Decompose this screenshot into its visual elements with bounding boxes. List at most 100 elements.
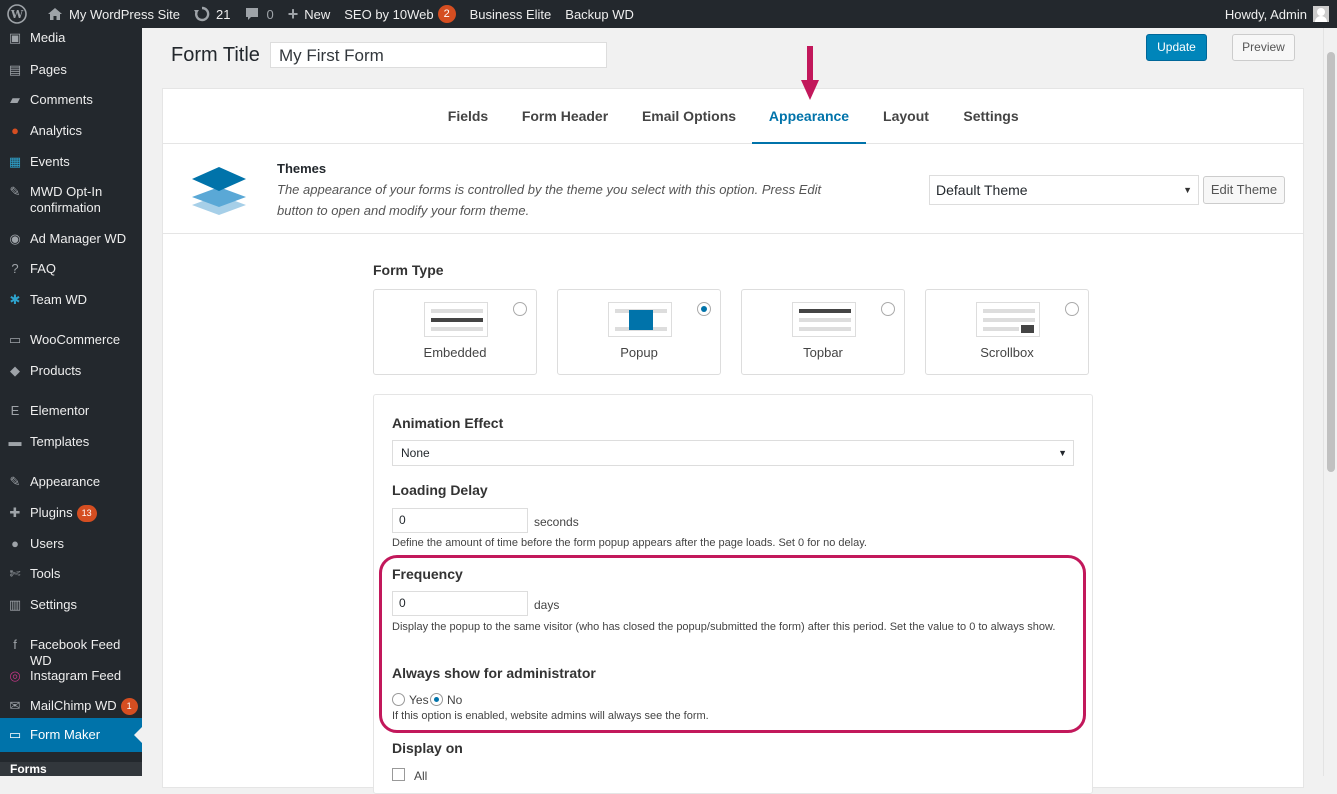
- howdy-label: Howdy, Admin: [1224, 6, 1307, 22]
- updates-icon: [194, 6, 210, 22]
- business-label: Business Elite: [469, 6, 552, 22]
- sidebar-item-facebook-feed-wd[interactable]: f Facebook Feed WD: [0, 637, 142, 669]
- form-type-popup[interactable]: Popup: [557, 289, 721, 375]
- tab-fields[interactable]: Fields: [433, 89, 503, 144]
- sidebar-item-label: Team WD: [30, 292, 88, 307]
- avatar: [1313, 6, 1329, 22]
- display-all-checkbox[interactable]: [392, 768, 405, 781]
- mailchimp-icon: ✉: [9, 698, 21, 713]
- sidebar-item-users[interactable]: ● Users: [0, 536, 142, 552]
- loading-delay-input[interactable]: 0: [392, 508, 528, 533]
- theme-select[interactable]: Default Theme ▼: [929, 175, 1199, 205]
- form-title-input[interactable]: My First Form: [270, 42, 607, 68]
- tab-layout[interactable]: Layout: [875, 89, 937, 144]
- submenu-forms[interactable]: Forms: [0, 762, 142, 776]
- sidebar-item-label: Ad Manager WD: [30, 231, 127, 246]
- sidebar-item-appearance[interactable]: ✎ Appearance: [0, 474, 142, 490]
- sidebar-item-events[interactable]: ▦ Events: [0, 154, 142, 170]
- animation-effect-value: None: [401, 446, 430, 460]
- page-scrollbar[interactable]: [1323, 28, 1337, 776]
- tab-settings[interactable]: Settings: [951, 89, 1031, 144]
- templates-icon: ▬: [8, 434, 22, 449]
- popup-thumbnail-icon: [608, 302, 672, 337]
- events-icon: ▦: [8, 154, 22, 169]
- sidebar-item-woocommerce[interactable]: ▭ WooCommerce: [0, 332, 142, 348]
- business-elite-menu[interactable]: Business Elite: [463, 0, 559, 28]
- admin-sidebar: ▣ Media ▤ Pages ▰ Comments ● Analytics ▦ Events ✎ M…: [0, 28, 142, 776]
- sidebar-item-media[interactable]: ▣ Media: [0, 30, 142, 46]
- backup-menu[interactable]: Backup WD: [558, 0, 641, 28]
- form-type-radio[interactable]: [513, 302, 527, 316]
- media-icon: ▣: [8, 30, 22, 45]
- scrollbar-thumb[interactable]: [1327, 52, 1335, 472]
- loading-delay-help: Define the amount of time before the for…: [392, 537, 867, 549]
- updates-count: 21: [216, 6, 231, 22]
- updates-link[interactable]: 21: [187, 0, 237, 28]
- sidebar-item-faq[interactable]: ? FAQ: [0, 261, 142, 277]
- tab-form-header[interactable]: Form Header: [513, 89, 617, 144]
- sidebar-item-instagram-feed[interactable]: ◎ Instagram Feed: [0, 668, 142, 684]
- home-icon: [48, 8, 62, 20]
- sidebar-badge: 1: [120, 698, 138, 715]
- form-type-label: Popup: [620, 345, 658, 360]
- pin-icon: ✎: [9, 184, 21, 199]
- account-menu[interactable]: Howdy, Admin: [1218, 0, 1337, 28]
- sidebar-item-templates[interactable]: ▬ Templates: [0, 434, 142, 450]
- sidebar-item-label: Analytics: [30, 123, 83, 138]
- sidebar-item-mailchimp-wd[interactable]: ✉ MailChimp WD 1: [0, 698, 142, 715]
- sidebar-item-tools[interactable]: ✄ Tools: [0, 566, 142, 582]
- sidebar-item-ad-manager-wd[interactable]: ◉ Ad Manager WD: [0, 231, 142, 247]
- form-type-label: Scrollbox: [980, 345, 1034, 360]
- sidebar-item-mwd-opt-in-confirmation[interactable]: ✎ MWD Opt-In confirmation: [0, 184, 142, 216]
- sidebar-item-label: Elementor: [30, 403, 90, 418]
- elementor-icon: Ε: [10, 403, 20, 418]
- form-type-scrollbox[interactable]: Scrollbox: [925, 289, 1089, 375]
- new-label: New: [304, 6, 331, 22]
- form-type-radio[interactable]: [1065, 302, 1079, 316]
- sidebar-item-analytics[interactable]: ● Analytics: [0, 123, 142, 139]
- tab-bar: Fields Form Header Email Options Appeara…: [163, 89, 1303, 144]
- form-type-embedded[interactable]: Embedded: [373, 289, 537, 375]
- plugins-icon: ✚: [9, 505, 21, 520]
- settings-icon: ▥: [8, 597, 22, 612]
- sidebar-item-label: Events: [30, 154, 70, 169]
- wordpress-logo-icon[interactable]: W: [0, 0, 40, 28]
- sidebar-item-plugins[interactable]: ✚ Plugins 13: [0, 505, 142, 522]
- sidebar-item-label: Appearance: [30, 474, 101, 489]
- update-button[interactable]: Update: [1146, 34, 1207, 61]
- sidebar-item-label: MailChimp WD: [30, 698, 117, 713]
- sidebar-item-form-maker[interactable]: ▭ Form Maker: [0, 718, 142, 752]
- tab-email-options[interactable]: Email Options: [633, 89, 745, 144]
- sidebar-item-label: Users: [30, 536, 64, 551]
- instagram-icon: ◎: [9, 668, 21, 683]
- svg-text:W: W: [10, 8, 24, 21]
- scrollbox-thumbnail-icon: [976, 302, 1040, 337]
- embedded-thumbnail-icon: [424, 302, 488, 337]
- sidebar-item-team-wd[interactable]: ✱ Team WD: [0, 292, 142, 308]
- form-type-radio[interactable]: [881, 302, 895, 316]
- edit-theme-button[interactable]: Edit Theme: [1203, 176, 1285, 204]
- sidebar-item-elementor[interactable]: Ε Elementor: [0, 403, 142, 419]
- sidebar-item-settings[interactable]: ▥ Settings: [0, 597, 142, 613]
- form-type-radio-selected[interactable]: [697, 302, 711, 316]
- sidebar-item-pages[interactable]: ▤ Pages: [0, 62, 142, 78]
- seo-menu[interactable]: SEO by 10Web 2: [337, 0, 462, 28]
- animation-effect-select[interactable]: None ▼: [392, 440, 1074, 466]
- sidebar-item-label: Products: [30, 363, 82, 378]
- form-type-topbar[interactable]: Topbar: [741, 289, 905, 375]
- tools-icon: ✄: [9, 566, 21, 581]
- form-title-label: Form Title: [171, 44, 260, 66]
- users-icon: ●: [11, 536, 19, 551]
- form-type-title: Form Type: [373, 262, 444, 278]
- sidebar-item-comments[interactable]: ▰ Comments: [0, 92, 142, 108]
- analytics-icon: ●: [11, 123, 19, 138]
- site-name-link[interactable]: My WordPress Site: [40, 0, 187, 28]
- comments-link[interactable]: 0: [237, 0, 280, 28]
- new-content-link[interactable]: + New: [281, 0, 338, 28]
- preview-button[interactable]: Preview: [1232, 34, 1295, 61]
- team-icon: ✱: [9, 292, 21, 307]
- animation-effect-label: Animation Effect: [392, 415, 504, 431]
- theme-select-value: Default Theme: [936, 182, 1028, 198]
- sidebar-item-products[interactable]: ◆ Products: [0, 363, 142, 379]
- comments-icon: ▰: [10, 92, 20, 107]
